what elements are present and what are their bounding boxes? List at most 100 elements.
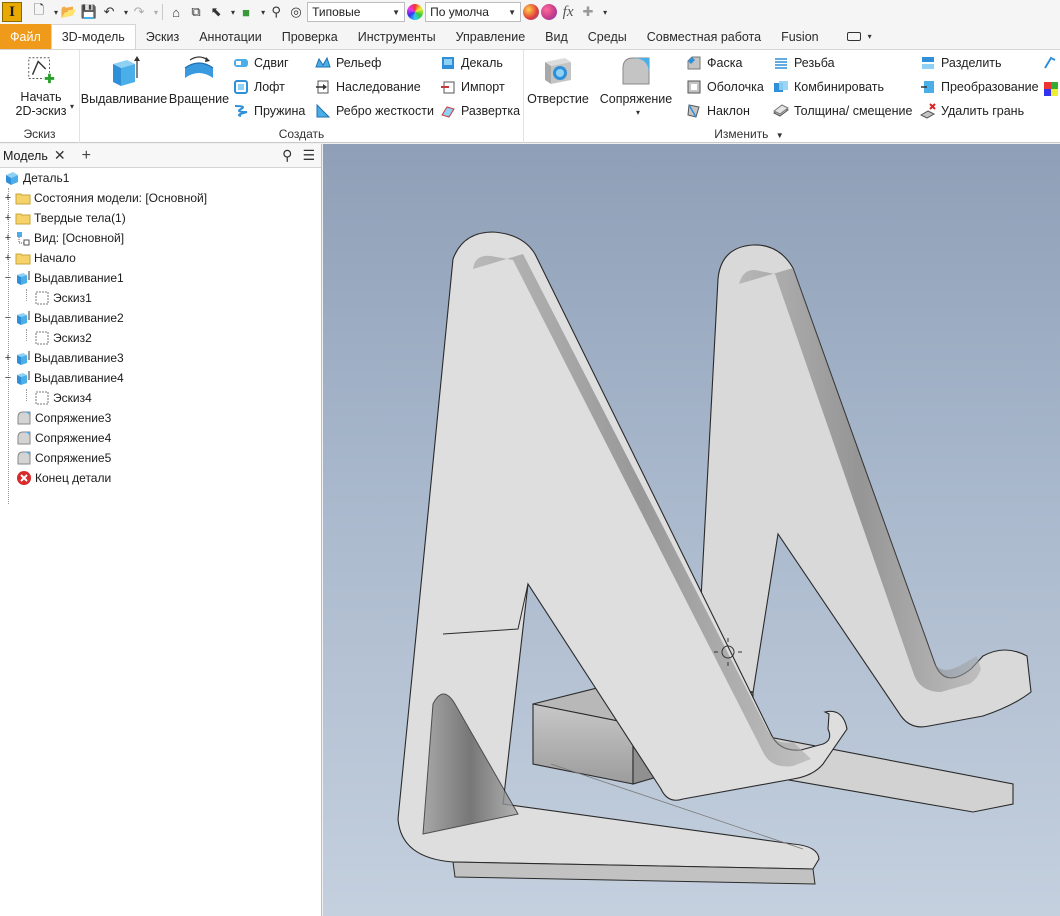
tree-item-fillet5[interactable]: Сопряжение5 bbox=[14, 448, 111, 468]
tab-environments[interactable]: Среды bbox=[578, 24, 637, 49]
collapse-icon[interactable]: − bbox=[3, 372, 13, 384]
tree-item-extrusion4[interactable]: − Выдавливание4 bbox=[3, 368, 124, 388]
start-2d-sketch-button[interactable]: Начать 2D-эскиз bbox=[10, 54, 72, 118]
save-icon[interactable]: 💾 bbox=[80, 2, 98, 22]
add-icon[interactable]: ✚ bbox=[579, 2, 597, 22]
tree-item-sketch2[interactable]: Эскиз2 bbox=[32, 328, 92, 348]
tab-manage[interactable]: Управление bbox=[446, 24, 536, 49]
expand-icon[interactable]: + bbox=[3, 252, 13, 264]
tab-collaborate[interactable]: Совместная работа bbox=[637, 24, 771, 49]
redo-dropdown-icon[interactable]: ▾ bbox=[154, 8, 158, 17]
folder-icon bbox=[15, 253, 31, 265]
adjust-appearance-icon[interactable] bbox=[523, 4, 540, 20]
tree-item-label: Деталь1 bbox=[23, 171, 70, 185]
tree-item-fillet4[interactable]: Сопряжение4 bbox=[14, 428, 111, 448]
undo-dropdown-icon[interactable]: ▾ bbox=[124, 8, 128, 17]
thicken-icon bbox=[773, 104, 789, 117]
copy-icon[interactable]: ⧉ bbox=[187, 2, 205, 22]
modify-group-title[interactable]: Изменить ▼ bbox=[524, 127, 1060, 141]
tab-file[interactable]: Файл bbox=[0, 24, 51, 49]
thread-icon bbox=[775, 58, 787, 69]
loft-button[interactable]: Лофт bbox=[233, 76, 285, 98]
tree-item-view[interactable]: + Вид: [Основной] bbox=[3, 228, 124, 248]
ribbon-overflow-icons[interactable] bbox=[1043, 54, 1060, 100]
thread-button[interactable]: Резьба bbox=[773, 52, 835, 74]
import-button[interactable]: Импорт bbox=[440, 76, 505, 98]
expand-icon[interactable]: + bbox=[3, 212, 13, 224]
appearance-dropdown[interactable]: Типовые ▼ bbox=[307, 2, 406, 22]
tree-item-extrusion1[interactable]: − Выдавливание1 bbox=[3, 268, 124, 288]
split-button[interactable]: Разделить bbox=[920, 52, 1002, 74]
thicken-offset-button[interactable]: Толщина/ смещение bbox=[773, 100, 912, 122]
expand-icon[interactable]: + bbox=[3, 232, 13, 244]
color-wheel-icon[interactable] bbox=[407, 4, 424, 20]
tree-item-solid-bodies[interactable]: + Твердые тела(1) bbox=[3, 208, 126, 228]
tree-item-model-states[interactable]: + Состояния модели: [Основной] bbox=[3, 188, 207, 208]
undo-icon[interactable]: ↶ bbox=[100, 2, 118, 22]
tree-item-label: Эскиз1 bbox=[53, 291, 92, 305]
customize-dropdown-icon[interactable]: ▾ bbox=[603, 8, 607, 17]
tab-inspect[interactable]: Проверка bbox=[272, 24, 348, 49]
coil-button[interactable]: Пружина bbox=[233, 100, 305, 122]
browser-tab-model[interactable]: Модель ✕ bbox=[3, 147, 74, 164]
expand-icon[interactable]: + bbox=[3, 192, 13, 204]
fillet-button[interactable]: Сопряжение ▾ bbox=[596, 54, 676, 120]
sweep-button[interactable]: Сдвиг bbox=[233, 52, 289, 74]
tree-item-sketch1[interactable]: Эскиз1 bbox=[32, 288, 92, 308]
select-dropdown-icon[interactable]: ▾ bbox=[231, 8, 235, 17]
ribbon-display-options[interactable]: ▾ bbox=[829, 24, 882, 49]
derive-button[interactable]: Наследование bbox=[315, 76, 421, 98]
start-sketch-dropdown-icon[interactable]: ▾ bbox=[70, 102, 74, 111]
tree-item-part[interactable]: Деталь1 bbox=[2, 168, 69, 188]
combine-button[interactable]: Комбинировать bbox=[773, 76, 884, 98]
hole-button[interactable]: Отверстие bbox=[526, 54, 590, 106]
decal-button[interactable]: Декаль bbox=[440, 52, 503, 74]
open-folder-icon[interactable]: 📂 bbox=[60, 2, 78, 22]
tree-item-sketch4[interactable]: Эскиз4 bbox=[32, 388, 92, 408]
draft-button[interactable]: Наклон bbox=[686, 100, 750, 122]
add-browser-tab-icon[interactable]: + bbox=[82, 147, 91, 165]
fillet-dropdown-icon[interactable]: ▾ bbox=[636, 106, 640, 120]
tree-item-fillet3[interactable]: Сопряжение3 bbox=[14, 408, 111, 428]
split-icon bbox=[922, 57, 934, 69]
app-logo[interactable]: I bbox=[2, 2, 22, 22]
menu-icon[interactable]: ☰ bbox=[302, 147, 315, 164]
search-icon[interactable]: ⚲ bbox=[282, 147, 292, 164]
update-dropdown-icon[interactable]: ▾ bbox=[261, 8, 265, 17]
fx-parameters-icon[interactable]: fx bbox=[559, 2, 577, 22]
new-file-dropdown-icon[interactable]: ▾ bbox=[54, 8, 58, 17]
tree-item-end-of-part[interactable]: Конец детали bbox=[14, 468, 111, 488]
tree-item-extrusion3[interactable]: + Выдавливание3 bbox=[3, 348, 124, 368]
extrude-button[interactable]: Выдавливание bbox=[81, 54, 167, 106]
delete-face-button[interactable]: Удалить грань bbox=[920, 100, 1024, 122]
chamfer-button[interactable]: Фаска bbox=[686, 52, 742, 74]
tab-tools[interactable]: Инструменты bbox=[348, 24, 446, 49]
material-dropdown[interactable]: По умолча ▼ bbox=[425, 2, 522, 22]
select-icon[interactable]: ⬉ bbox=[207, 2, 225, 22]
tab-view[interactable]: Вид bbox=[535, 24, 578, 49]
tree-item-extrusion2[interactable]: − Выдавливание2 bbox=[3, 308, 124, 328]
parameters-icon[interactable]: ⚲ bbox=[267, 2, 285, 22]
rib-button[interactable]: Ребро жесткости bbox=[315, 100, 434, 122]
redo-icon[interactable]: ↷ bbox=[130, 2, 148, 22]
unfold-button[interactable]: Развертка bbox=[440, 100, 520, 122]
collapse-icon[interactable]: − bbox=[3, 312, 13, 324]
update-icon[interactable]: ■ bbox=[237, 2, 255, 22]
revolve-button[interactable]: Вращение bbox=[168, 54, 230, 106]
tab-3d-model[interactable]: 3D-модель bbox=[50, 24, 136, 49]
tree-item-origin[interactable]: + Начало bbox=[3, 248, 76, 268]
graphics-viewport[interactable] bbox=[323, 144, 1060, 916]
direct-edit-button[interactable]: Преобразование bbox=[920, 76, 1039, 98]
clear-appearance-icon[interactable] bbox=[541, 4, 558, 20]
home-icon[interactable]: ⌂ bbox=[167, 2, 185, 22]
emboss-button[interactable]: Рельеф bbox=[315, 52, 381, 74]
shell-button[interactable]: Оболочка bbox=[686, 76, 764, 98]
new-file-icon[interactable]: 🗋 bbox=[30, 2, 48, 22]
tab-sketch[interactable]: Эскиз bbox=[136, 24, 189, 49]
expand-icon[interactable]: + bbox=[3, 352, 13, 364]
close-icon[interactable]: ✕ bbox=[54, 147, 66, 164]
material-ball-icon[interactable]: ◎ bbox=[287, 2, 305, 22]
tab-fusion[interactable]: Fusion bbox=[771, 24, 829, 49]
collapse-icon[interactable]: − bbox=[3, 272, 13, 284]
tab-annotate[interactable]: Аннотации bbox=[189, 24, 271, 49]
